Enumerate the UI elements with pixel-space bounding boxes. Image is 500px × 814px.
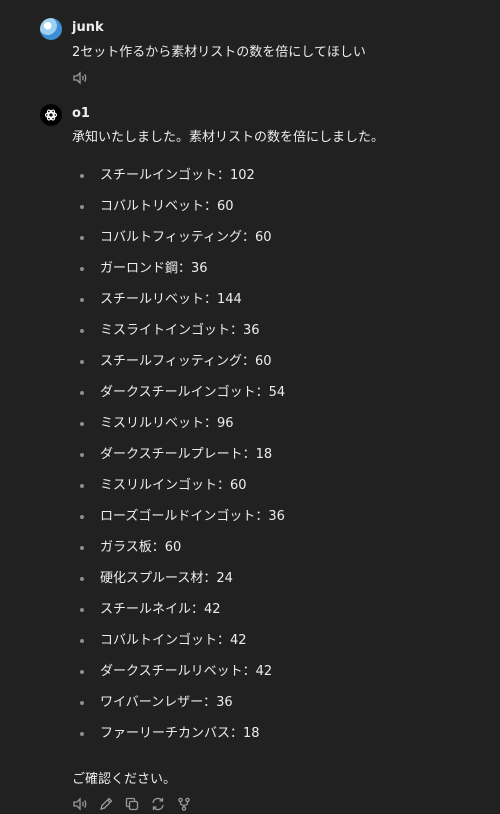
list-item-text: 硬化スプルース材：24 — [100, 571, 233, 586]
list-item-text: スチールフィッティング：60 — [100, 354, 272, 369]
list-item: ガラス板：60 — [72, 540, 285, 571]
assistant-closing-text: ご確認ください。 — [72, 772, 177, 787]
list-item: ワイバーンレザー：36 — [72, 695, 285, 726]
list-item: ダークスチールプレート：18 — [72, 447, 285, 478]
bullet — [80, 174, 84, 178]
bullet — [80, 546, 84, 550]
list-item: ガーロンド鋼：36 — [72, 261, 285, 292]
bullet — [80, 608, 84, 612]
speaker-icon[interactable] — [72, 796, 88, 812]
list-item: スチールインゴット：102 — [72, 168, 285, 199]
bullet — [80, 236, 84, 240]
list-item-text: コバルトリベット：60 — [100, 199, 234, 214]
bullet — [80, 360, 84, 364]
bullet — [80, 701, 84, 705]
list-item: コバルトフィッティング：60 — [72, 230, 285, 261]
list-item-text: ミスリルインゴット：60 — [100, 478, 247, 493]
bullet — [80, 515, 84, 519]
openai-logo-icon — [44, 109, 58, 121]
list-item: ダークスチールインゴット：54 — [72, 385, 285, 416]
bullet — [80, 639, 84, 643]
bullet — [80, 484, 84, 488]
list-item-text: スチールリベット：144 — [100, 292, 242, 307]
list-item-text: ワイバーンレザー：36 — [100, 695, 233, 710]
list-item-text: コバルトフィッティング：60 — [100, 230, 272, 245]
edit-icon[interactable] — [98, 796, 114, 812]
list-item: 硬化スプルース材：24 — [72, 571, 285, 602]
list-item-text: ミスリルリベット：96 — [100, 416, 234, 431]
list-item: ファーリーチカンバス：18 — [72, 726, 285, 757]
bullet — [80, 267, 84, 271]
bullet — [80, 422, 84, 426]
list-item: ミスリルリベット：96 — [72, 416, 285, 447]
list-item-text: ダークスチールリベット：42 — [100, 664, 273, 679]
bullet — [80, 391, 84, 395]
branch-icon[interactable] — [176, 796, 192, 812]
bullet — [80, 670, 84, 674]
list-item: ミスリルインゴット：60 — [72, 478, 285, 509]
list-item-text: コバルトインゴット：42 — [100, 633, 247, 648]
list-item-text: ダークスチールプレート：18 — [100, 447, 273, 462]
regenerate-icon[interactable] — [150, 796, 166, 812]
list-item-text: ダークスチールインゴット：54 — [100, 385, 286, 400]
list-item-text: ガーロンド鋼：36 — [100, 261, 208, 276]
bullet — [80, 205, 84, 209]
list-item: ミスライトインゴット：36 — [72, 323, 285, 354]
bullet — [80, 329, 84, 333]
list-item-text: スチールネイル：42 — [100, 602, 221, 617]
assistant-intro-text: 承知いたしました。素材リストの数を倍にしました。 — [72, 130, 385, 145]
list-item: スチールネイル：42 — [72, 602, 285, 633]
user-message-actions — [72, 70, 88, 86]
list-item-text: ファーリーチカンバス：18 — [100, 726, 260, 741]
assistant-message: o1 承知いたしました。素材リストの数を倍にしました。 スチールインゴット：10… — [40, 104, 490, 814]
list-item: ダークスチールリベット：42 — [72, 664, 285, 695]
speaker-icon[interactable] — [72, 70, 88, 86]
assistant-avatar — [40, 104, 62, 126]
assistant-message-actions — [72, 796, 192, 812]
list-item: スチールフィッティング：60 — [72, 354, 285, 385]
list-item-text: ミスライトインゴット：36 — [100, 323, 260, 338]
user-avatar — [40, 18, 62, 40]
bullet — [80, 298, 84, 302]
user-message: junk 2セット作るから素材リストの数を倍にしてほしい — [40, 18, 490, 88]
list-item-text: ガラス板：60 — [100, 540, 182, 555]
list-item: スチールリベット：144 — [72, 292, 285, 323]
bullet — [80, 732, 84, 736]
list-item: コバルトリベット：60 — [72, 199, 285, 230]
list-item: ローズゴールドインゴット：36 — [72, 509, 285, 540]
material-list: スチールインゴット：102 コバルトリベット：60 コバルトフィッティング：60… — [72, 168, 285, 757]
list-item: コバルトインゴット：42 — [72, 633, 285, 664]
list-item-text: ローズゴールドインゴット：36 — [100, 509, 285, 524]
user-message-text: 2セット作るから素材リストの数を倍にしてほしい — [72, 45, 366, 60]
copy-icon[interactable] — [124, 796, 140, 812]
user-author-name: junk — [72, 20, 104, 35]
bullet — [80, 453, 84, 457]
bullet — [80, 577, 84, 581]
assistant-author-name: o1 — [72, 106, 90, 121]
list-item-text: スチールインゴット：102 — [100, 168, 255, 183]
